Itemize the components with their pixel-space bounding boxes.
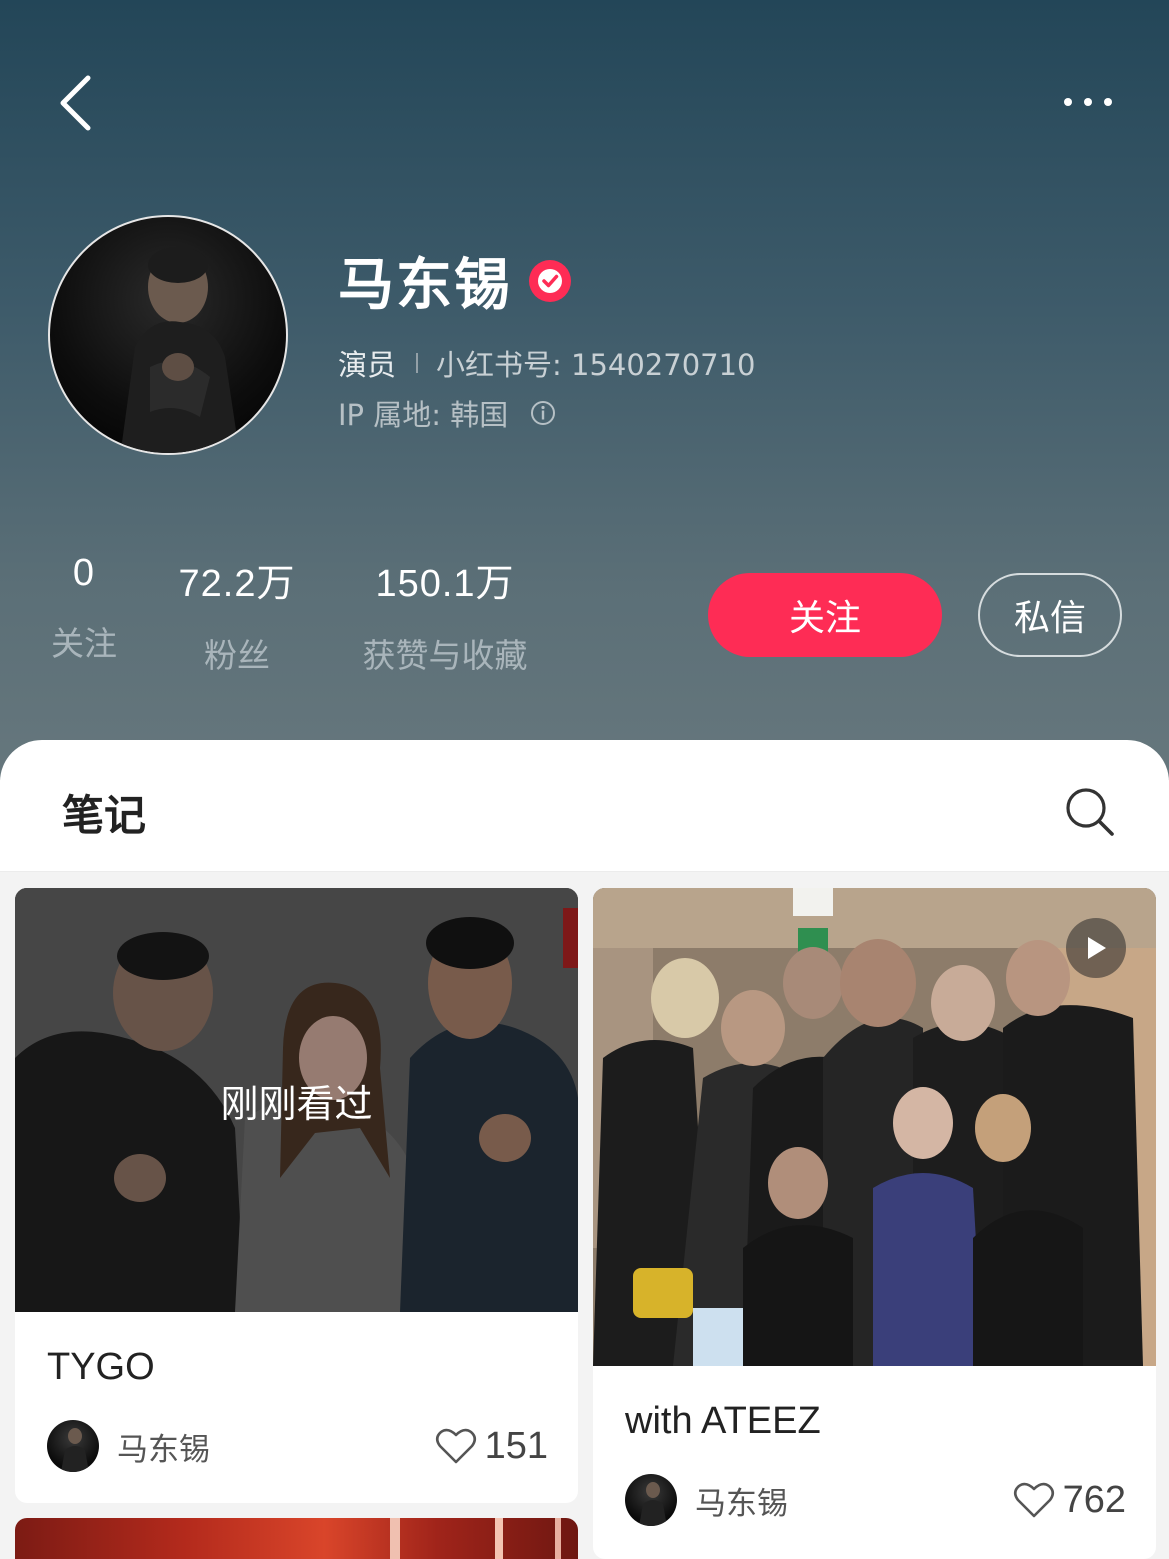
notes-tabbar: 笔记 (0, 740, 1169, 872)
verified-check-icon (529, 259, 571, 302)
note-card[interactable]: with ATEEZ 马东锡 762 (593, 888, 1156, 1559)
heart-icon (1013, 1482, 1054, 1518)
avatar[interactable] (48, 215, 288, 455)
more-button[interactable] (1050, 80, 1126, 124)
avatar-portrait (120, 247, 240, 453)
note-title: TYGO (47, 1346, 155, 1388)
stat-value: 0 (72, 552, 96, 594)
search-icon (1066, 788, 1114, 836)
like-count: 151 (484, 1424, 548, 1467)
stat-label: 关注 (51, 624, 117, 663)
stat-likes[interactable]: 150.1万 获赞与收藏 (350, 552, 540, 677)
back-button[interactable] (50, 70, 100, 136)
info-icon[interactable] (530, 400, 556, 426)
play-button[interactable] (1066, 918, 1126, 978)
note-card[interactable] (15, 1518, 578, 1559)
note-card[interactable]: 刚刚看过 TYGO 马东锡 151 (15, 888, 578, 1503)
play-icon (1088, 937, 1106, 959)
search-button[interactable] (1062, 784, 1122, 840)
follow-button[interactable]: 关注 (708, 573, 942, 657)
more-dots-icon (1064, 98, 1072, 106)
stat-followers[interactable]: 72.2万 粉丝 (166, 552, 308, 677)
author-avatar[interactable] (47, 1420, 99, 1472)
tab-notes[interactable]: 笔记 (62, 782, 146, 843)
note-title: with ATEEZ (625, 1400, 821, 1442)
message-button[interactable]: 私信 (978, 573, 1122, 657)
author-name: 马东锡 (117, 1431, 210, 1468)
author-avatar-photo (61, 1428, 89, 1472)
ip-location: IP 属地: 韩国 (338, 398, 509, 432)
profile-header: 马东锡 演员 小红书号: 1540270710 IP 属地: 韩国 0 关注 7… (0, 0, 1169, 780)
profile-role: 演员 (338, 348, 397, 382)
stat-following[interactable]: 0 关注 (44, 552, 124, 665)
recently-viewed-overlay: 刚刚看过 (15, 888, 578, 1312)
like-count: 762 (1062, 1478, 1126, 1521)
profile-name: 马东锡 (338, 253, 512, 318)
profile-ip: IP 属地: 韩国 (338, 392, 556, 434)
stat-value: 72.2万 (178, 563, 296, 605)
note-cover-image (390, 1518, 561, 1559)
chevron-left-icon (60, 75, 91, 131)
stat-label: 获赞与收藏 (362, 636, 528, 675)
stat-value: 150.1万 (375, 563, 515, 605)
heart-icon (435, 1428, 476, 1464)
stat-label: 粉丝 (204, 636, 270, 675)
profile-meta: 演员 小红书号: 1540270710 (338, 342, 756, 384)
author-avatar-photo (639, 1482, 667, 1526)
note-footer: 马东锡 762 (625, 1474, 1126, 1526)
profile-id: 小红书号: 1540270710 (436, 348, 756, 382)
author-name: 马东锡 (695, 1485, 788, 1522)
author-avatar[interactable] (625, 1474, 677, 1526)
note-cover-image: 刚刚看过 (15, 888, 578, 1312)
like-button[interactable]: 151 (435, 1425, 548, 1468)
divider (416, 353, 419, 373)
note-cover-image (593, 888, 1156, 1366)
note-footer: 马东锡 151 (47, 1420, 548, 1472)
profile-name-row: 马东锡 (338, 240, 572, 321)
like-button[interactable]: 762 (1013, 1479, 1126, 1522)
